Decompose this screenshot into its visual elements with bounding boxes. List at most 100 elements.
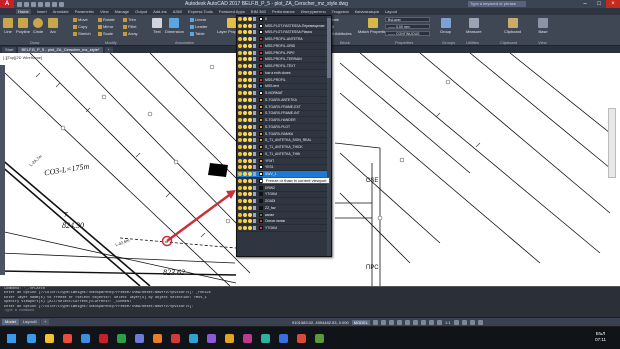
viewport-freeze-icon[interactable] [248, 43, 252, 48]
trim-button[interactable]: Trim [123, 17, 136, 22]
lock-icon[interactable] [253, 138, 256, 143]
layer-row[interactable]: 0 [237, 16, 331, 23]
lock-icon[interactable] [253, 124, 256, 129]
sun-icon[interactable] [243, 199, 247, 204]
autocad-logo-icon[interactable]: A [0, 0, 14, 8]
palette-strip[interactable] [0, 65, 5, 275]
sun-icon[interactable] [243, 172, 247, 177]
lock-icon[interactable] [253, 104, 256, 109]
sun-icon[interactable] [243, 70, 247, 75]
new-icon[interactable] [17, 1, 22, 7]
rotate-button[interactable]: Rotate [98, 17, 115, 22]
taskbar-app-icon[interactable] [22, 327, 40, 349]
layer-row[interactable]: MSS-PROFIL-ANTETRA [237, 36, 331, 43]
lock-icon[interactable] [253, 165, 256, 170]
paste-button[interactable]: Clipboard [504, 18, 521, 34]
lock-icon[interactable] [253, 151, 256, 156]
fullscreen-icon[interactable] [469, 319, 475, 325]
sun-icon[interactable] [243, 138, 247, 143]
layer-row[interactable]: MSS-text [237, 84, 331, 91]
lock-icon[interactable] [253, 43, 256, 48]
tab-4[interactable]: View [100, 9, 109, 14]
lightbulb-icon[interactable] [238, 131, 242, 136]
layer-color-swatch[interactable] [259, 104, 263, 109]
tab-start[interactable]: Start [2, 46, 17, 53]
mirror-button[interactable]: Mirror [98, 24, 113, 29]
annotation-scale[interactable]: 1:1 [445, 320, 451, 325]
taskbar-app-icon[interactable] [112, 327, 130, 349]
sun-icon[interactable] [243, 23, 247, 28]
tab-10[interactable]: Featured Apps [219, 9, 245, 14]
layer-row[interactable]: tow a enth clores [237, 70, 331, 77]
copy-button[interactable]: Copy [73, 24, 87, 29]
scrollbar-thumb[interactable] [327, 18, 331, 78]
taskbar-app-icon[interactable] [202, 327, 220, 349]
tab-layout1[interactable]: Layout1 [19, 319, 41, 325]
lightbulb-icon[interactable] [238, 138, 242, 143]
layer-row[interactable]: DRW2 [237, 185, 331, 192]
taskbar-app-icon[interactable] [238, 327, 256, 349]
tab-16[interactable]: Layout [385, 9, 397, 14]
circle-button[interactable]: Circle [33, 18, 43, 34]
linetype-combo[interactable]: —— CONTINUOUS [385, 31, 430, 36]
layer-color-swatch[interactable] [259, 84, 263, 89]
plot-icon[interactable] [45, 1, 50, 7]
tab-add-layout[interactable]: + [41, 319, 50, 325]
layer-row[interactable]: MSS-PLOT-FASTESSA-Перемещение [237, 23, 331, 30]
viewport-freeze-icon[interactable] [248, 97, 252, 102]
layer-color-swatch[interactable] [259, 212, 263, 217]
sun-icon[interactable] [243, 192, 247, 197]
lightbulb-icon[interactable] [238, 104, 242, 109]
lock-icon[interactable] [253, 77, 256, 82]
taskbar-app-icon[interactable] [40, 327, 58, 349]
tab-0[interactable]: Home [16, 9, 31, 14]
scale-button[interactable]: Scale [98, 31, 113, 36]
layer-color-swatch[interactable] [259, 172, 263, 177]
taskbar-app-icon[interactable] [274, 327, 292, 349]
viewport-freeze-icon[interactable] [248, 16, 252, 21]
viewport-freeze-icon[interactable] [248, 185, 252, 190]
lock-icon[interactable] [253, 16, 256, 21]
sun-icon[interactable] [243, 145, 247, 150]
lock-icon[interactable] [253, 111, 256, 116]
taskbar-app-icon[interactable] [130, 327, 148, 349]
layer-row[interactable]: S-TGARX-FRAME-EXT [237, 104, 331, 111]
viewport-freeze-icon[interactable] [248, 131, 252, 136]
open-icon[interactable] [24, 1, 29, 7]
layer-row[interactable]: S_T1_ANTETKA_THIN [237, 151, 331, 158]
layer-color-swatch[interactable] [259, 16, 263, 21]
taskbar-app-icon[interactable] [256, 327, 274, 349]
fillet-button[interactable]: Fillet [123, 24, 136, 29]
lightbulb-icon[interactable] [238, 205, 242, 210]
lineweight-combo[interactable]: —— 0.00 mm [385, 24, 430, 29]
layer-row[interactable]: MSS-PROFIL [237, 77, 331, 84]
layer-row[interactable]: YES1 [237, 165, 331, 172]
tab-15[interactable]: Канализация [355, 9, 379, 14]
lightbulb-icon[interactable] [238, 97, 242, 102]
taskbar-app-icon[interactable] [94, 327, 112, 349]
coordinates-readout[interactable]: 9101583.02, 4594482.53, 0.000 [292, 320, 349, 325]
layer-color-swatch[interactable] [259, 70, 263, 75]
layer-row[interactable]: S-NORMAT [237, 90, 331, 97]
viewport-freeze-icon[interactable] [248, 124, 252, 129]
viewport-freeze-icon[interactable] [248, 64, 252, 69]
sun-icon[interactable] [243, 205, 247, 210]
viewport-freeze-icon[interactable] [248, 91, 252, 96]
save-icon[interactable] [31, 1, 36, 7]
lightbulb-icon[interactable] [238, 172, 242, 177]
layer-color-swatch[interactable] [259, 205, 263, 210]
viewport-freeze-icon[interactable] [248, 205, 252, 210]
command-window[interactable]: Command: '_.VPLAYER Enter an option [?/C… [0, 286, 620, 317]
lock-icon[interactable] [253, 205, 256, 210]
layer-color-swatch[interactable] [259, 97, 263, 102]
layer-row[interactable]: ZZ_fav [237, 205, 331, 212]
tab-13[interactable]: Инструменты [301, 9, 326, 14]
layer-row[interactable]: MSS-PROFIL-GRID [237, 43, 331, 50]
model-space-toggle[interactable]: MODEL [351, 319, 370, 325]
lock-icon[interactable] [253, 91, 256, 96]
taskbar-app-icon[interactable] [220, 327, 238, 349]
layer-row[interactable]: ZGADI [237, 198, 331, 205]
start-button[interactable] [0, 327, 22, 349]
match-properties-button[interactable]: Match Properties [358, 18, 388, 34]
lock-icon[interactable] [253, 118, 256, 123]
